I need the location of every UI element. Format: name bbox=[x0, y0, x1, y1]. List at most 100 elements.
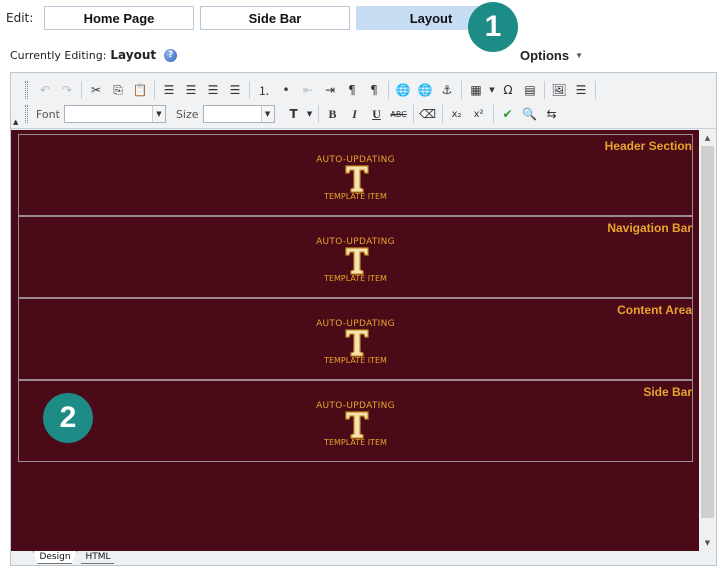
template-item-label: TEMPLATE ITEM bbox=[324, 192, 387, 201]
rich-text-editor: ↶ ↷ ✂ ⎘ 📋 ☰ ☰ ☰ ☰ ⒈ • ⇤ ⇥ ¶ ¶ 🌐 🌐 ⚓ ▦ ▼ … bbox=[10, 72, 717, 566]
editor-toolbar: ↶ ↷ ✂ ⎘ 📋 ☰ ☰ ☰ ☰ ⒈ • ⇤ ⇥ ¶ ¶ 🌐 🌐 ⚓ ▦ ▼ … bbox=[11, 73, 716, 129]
hyperlink-icon[interactable]: 🌐 bbox=[392, 80, 414, 100]
underline-icon[interactable]: U bbox=[366, 104, 388, 124]
tab-html[interactable]: HTML bbox=[77, 551, 119, 564]
tab-side-bar[interactable]: Side Bar bbox=[200, 6, 350, 30]
separator bbox=[412, 105, 414, 123]
indent-icon[interactable]: ⇥ bbox=[319, 80, 341, 100]
edit-row: Edit: bbox=[6, 6, 44, 30]
align-center-icon[interactable]: ☰ bbox=[180, 80, 202, 100]
font-label: Font bbox=[36, 107, 60, 121]
separator bbox=[461, 81, 462, 99]
paste-icon[interactable]: 📋 bbox=[129, 80, 151, 100]
size-label: Size bbox=[175, 107, 199, 121]
cut-icon[interactable]: ✂ bbox=[85, 80, 107, 100]
callout-badge-1: 1 bbox=[468, 2, 518, 52]
separator bbox=[388, 81, 389, 99]
unordered-list-icon[interactable]: • bbox=[275, 80, 297, 100]
toolbar-grip[interactable] bbox=[25, 81, 28, 99]
vertical-scrollbar[interactable]: ▲ ▼ bbox=[699, 130, 716, 551]
options-label: Options bbox=[520, 48, 570, 63]
copy-icon[interactable]: ⎘ bbox=[107, 80, 129, 100]
separator bbox=[154, 81, 155, 99]
scroll-up-icon[interactable]: ▲ bbox=[699, 130, 716, 146]
bold-icon[interactable]: B bbox=[322, 104, 344, 124]
text-color-icon[interactable]: T bbox=[283, 104, 305, 124]
template-item-icon bbox=[345, 247, 369, 275]
help-icon[interactable]: ? bbox=[164, 48, 178, 62]
font-select[interactable]: ▼ bbox=[63, 105, 166, 123]
strikethrough-icon[interactable]: ABC bbox=[388, 104, 410, 124]
currently-editing-label: Currently Editing: bbox=[10, 48, 107, 62]
italic-icon[interactable]: I bbox=[344, 104, 366, 124]
outdent-icon[interactable]: ⇤ bbox=[297, 80, 319, 100]
chevron-down-icon[interactable]: ▼ bbox=[487, 80, 497, 100]
chevron-down-icon[interactable]: ▼ bbox=[151, 106, 165, 122]
ltr-icon[interactable]: ¶ bbox=[341, 80, 363, 100]
remove-link-icon[interactable]: 🌐 bbox=[414, 80, 436, 100]
separator bbox=[81, 81, 82, 99]
layout-section-header[interactable]: Header Section AUTO-UPDATING TEMPLATE IT… bbox=[18, 134, 693, 216]
special-char-icon[interactable]: Ω bbox=[497, 80, 519, 100]
redo-icon[interactable]: ↷ bbox=[56, 80, 78, 100]
toolbar-grip[interactable] bbox=[25, 105, 28, 123]
separator bbox=[492, 105, 494, 123]
anchor-icon[interactable]: ⚓ bbox=[436, 80, 458, 100]
auto-updating-label: AUTO-UPDATING bbox=[316, 319, 395, 329]
auto-updating-label: AUTO-UPDATING bbox=[316, 237, 395, 247]
mode-tabs: Design HTML bbox=[11, 551, 716, 565]
chevron-down-icon[interactable]: ▼ bbox=[305, 104, 315, 124]
superscript-icon[interactable]: x² bbox=[468, 104, 490, 124]
table-icon[interactable]: ▦ bbox=[465, 80, 487, 100]
subscript-icon[interactable]: x₂ bbox=[446, 104, 468, 124]
undo-icon[interactable]: ↶ bbox=[34, 80, 56, 100]
separator bbox=[249, 81, 250, 99]
eraser-icon[interactable]: ⌫ bbox=[417, 104, 439, 124]
separator bbox=[317, 105, 319, 123]
tab-home-page[interactable]: Home Page bbox=[44, 6, 194, 30]
scroll-down-icon[interactable]: ▼ bbox=[699, 535, 716, 551]
scrollbar-thumb[interactable] bbox=[701, 146, 714, 518]
options-menu[interactable]: Options ▼ bbox=[520, 48, 583, 63]
ordered-list-icon[interactable]: ⒈ bbox=[253, 80, 275, 100]
section-title: Side Bar bbox=[643, 385, 692, 399]
separator bbox=[441, 105, 443, 123]
layout-section-content[interactable]: Content Area AUTO-UPDATING TEMPLATE ITEM bbox=[18, 298, 693, 380]
template-item-label: TEMPLATE ITEM bbox=[324, 356, 387, 365]
layout-section-navigation[interactable]: Navigation Bar AUTO-UPDATING TEMPLATE IT… bbox=[18, 216, 693, 298]
design-canvas[interactable]: Header Section AUTO-UPDATING TEMPLATE IT… bbox=[11, 130, 699, 551]
find-icon[interactable]: 🔍 bbox=[519, 104, 541, 124]
horizontal-rule-icon[interactable]: ☰ bbox=[570, 80, 592, 100]
spellcheck-icon[interactable]: ✔ bbox=[497, 104, 519, 124]
separator bbox=[595, 81, 596, 99]
template-item-label: TEMPLATE ITEM bbox=[324, 438, 387, 447]
currently-editing: Currently Editing: Layout ? bbox=[10, 48, 178, 62]
template-icon[interactable]: ▤ bbox=[519, 80, 541, 100]
align-right-icon[interactable]: ☰ bbox=[202, 80, 224, 100]
separator bbox=[544, 81, 545, 99]
tab-design[interactable]: Design bbox=[33, 551, 77, 564]
template-item-icon bbox=[345, 165, 369, 193]
section-title: Header Section bbox=[604, 139, 692, 153]
align-left-icon[interactable]: ☰ bbox=[158, 80, 180, 100]
replace-icon[interactable]: ⇆ bbox=[541, 104, 563, 124]
template-item-label: TEMPLATE ITEM bbox=[324, 274, 387, 283]
justify-icon[interactable]: ☰ bbox=[224, 80, 246, 100]
template-item-icon bbox=[345, 411, 369, 439]
section-title: Content Area bbox=[617, 303, 692, 317]
size-select[interactable]: ▼ bbox=[202, 105, 275, 123]
auto-updating-label: AUTO-UPDATING bbox=[316, 155, 395, 165]
toolbar-row-2: Font ▼ Size ▼ T ▼ B I U ABC ⌫ x₂ x² ✔ 🔍 … bbox=[25, 103, 563, 125]
section-title: Navigation Bar bbox=[607, 221, 692, 235]
currently-editing-value: Layout bbox=[110, 48, 157, 62]
toolbar-row-1: ↶ ↷ ✂ ⎘ 📋 ☰ ☰ ☰ ☰ ⒈ • ⇤ ⇥ ¶ ¶ 🌐 🌐 ⚓ ▦ ▼ … bbox=[25, 79, 599, 101]
callout-badge-2: 2 bbox=[43, 393, 93, 443]
layout-section-sidebar[interactable]: Side Bar AUTO-UPDATING TEMPLATE ITEM bbox=[18, 380, 693, 462]
rtl-icon[interactable]: ¶ bbox=[363, 80, 385, 100]
image-icon[interactable]: 🖼 bbox=[548, 80, 570, 100]
chevron-down-icon[interactable]: ▼ bbox=[260, 106, 274, 122]
collapse-toolbar-icon[interactable]: ▲ bbox=[13, 118, 18, 126]
auto-updating-label: AUTO-UPDATING bbox=[316, 401, 395, 411]
template-item-icon bbox=[345, 329, 369, 357]
edit-label: Edit: bbox=[6, 11, 34, 25]
